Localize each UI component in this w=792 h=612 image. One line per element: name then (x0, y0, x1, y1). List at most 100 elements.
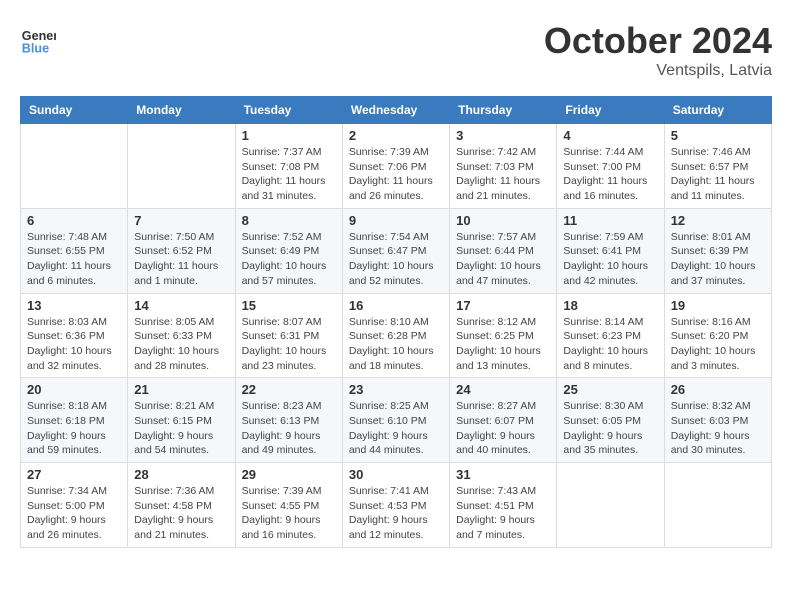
col-wednesday: Wednesday (342, 97, 449, 124)
day-info: Sunrise: 8:30 AM Sunset: 6:05 PM Dayligh… (563, 399, 657, 458)
table-row: 5 Sunrise: 7:46 AM Sunset: 6:57 PM Daylig… (664, 124, 771, 209)
day-number: 27 (27, 467, 121, 482)
day-info: Sunrise: 7:36 AM Sunset: 4:58 PM Dayligh… (134, 484, 228, 543)
page-header: General Blue October 2024 Ventspils, Lat… (20, 20, 772, 80)
table-row: 19 Sunrise: 8:16 AM Sunset: 6:20 PM Dayli… (664, 293, 771, 378)
day-info: Sunrise: 7:37 AM Sunset: 7:08 PM Dayligh… (242, 145, 336, 204)
day-info: Sunrise: 8:12 AM Sunset: 6:25 PM Dayligh… (456, 315, 550, 374)
day-info: Sunrise: 8:16 AM Sunset: 6:20 PM Dayligh… (671, 315, 765, 374)
day-info: Sunrise: 7:54 AM Sunset: 6:47 PM Dayligh… (349, 230, 443, 289)
col-tuesday: Tuesday (235, 97, 342, 124)
table-row: 13 Sunrise: 8:03 AM Sunset: 6:36 PM Dayli… (21, 293, 128, 378)
table-row: 31 Sunrise: 7:43 AM Sunset: 4:51 PM Dayli… (450, 463, 557, 548)
day-number: 6 (27, 213, 121, 228)
day-number: 30 (349, 467, 443, 482)
col-saturday: Saturday (664, 97, 771, 124)
calendar-week-row: 27 Sunrise: 7:34 AM Sunset: 5:00 PM Dayli… (21, 463, 772, 548)
calendar-header-row: Sunday Monday Tuesday Wednesday Thursday… (21, 97, 772, 124)
svg-text:Blue: Blue (22, 41, 49, 55)
day-info: Sunrise: 8:23 AM Sunset: 6:13 PM Dayligh… (242, 399, 336, 458)
day-number: 17 (456, 298, 550, 313)
table-row: 17 Sunrise: 8:12 AM Sunset: 6:25 PM Dayli… (450, 293, 557, 378)
day-number: 8 (242, 213, 336, 228)
table-row: 9 Sunrise: 7:54 AM Sunset: 6:47 PM Daylig… (342, 208, 449, 293)
day-info: Sunrise: 7:48 AM Sunset: 6:55 PM Dayligh… (27, 230, 121, 289)
table-row: 3 Sunrise: 7:42 AM Sunset: 7:03 PM Daylig… (450, 124, 557, 209)
day-number: 20 (27, 382, 121, 397)
table-row: 14 Sunrise: 8:05 AM Sunset: 6:33 PM Dayli… (128, 293, 235, 378)
table-row: 27 Sunrise: 7:34 AM Sunset: 5:00 PM Dayli… (21, 463, 128, 548)
day-number: 5 (671, 128, 765, 143)
table-row: 10Sunrise: 7:57 AM Sunset: 6:44 PM Dayli… (450, 208, 557, 293)
table-row: 24 Sunrise: 8:27 AM Sunset: 6:07 PM Dayli… (450, 378, 557, 463)
table-row (664, 463, 771, 548)
day-number: 13 (27, 298, 121, 313)
col-monday: Monday (128, 97, 235, 124)
month-title: October 2024 (544, 20, 772, 62)
day-number: 19 (671, 298, 765, 313)
table-row: 26 Sunrise: 8:32 AM Sunset: 6:03 PM Dayli… (664, 378, 771, 463)
table-row: 30 Sunrise: 7:41 AM Sunset: 4:53 PM Dayli… (342, 463, 449, 548)
day-info: Sunrise: 7:57 AM Sunset: 6:44 PM Dayligh… (456, 230, 550, 289)
day-number: 12 (671, 213, 765, 228)
day-info: Sunrise: 8:21 AM Sunset: 6:15 PM Dayligh… (134, 399, 228, 458)
table-row: 11 Sunrise: 7:59 AM Sunset: 6:41 PM Dayli… (557, 208, 664, 293)
day-number: 25 (563, 382, 657, 397)
day-info: Sunrise: 8:03 AM Sunset: 6:36 PM Dayligh… (27, 315, 121, 374)
day-info: Sunrise: 8:18 AM Sunset: 6:18 PM Dayligh… (27, 399, 121, 458)
day-info: Sunrise: 8:05 AM Sunset: 6:33 PM Dayligh… (134, 315, 228, 374)
table-row: 21 Sunrise: 8:21 AM Sunset: 6:15 PM Dayli… (128, 378, 235, 463)
day-number: 11 (563, 213, 657, 228)
logo: General Blue (20, 20, 56, 56)
day-number: 3 (456, 128, 550, 143)
day-info: Sunrise: 7:52 AM Sunset: 6:49 PM Dayligh… (242, 230, 336, 289)
day-number: 7 (134, 213, 228, 228)
table-row: 2Sunrise: 7:39 AM Sunset: 7:06 PM Daylig… (342, 124, 449, 209)
table-row: 18Sunrise: 8:14 AM Sunset: 6:23 PM Dayli… (557, 293, 664, 378)
table-row (21, 124, 128, 209)
day-number: 26 (671, 382, 765, 397)
day-info: Sunrise: 7:41 AM Sunset: 4:53 PM Dayligh… (349, 484, 443, 543)
table-row: 8 Sunrise: 7:52 AM Sunset: 6:49 PM Daylig… (235, 208, 342, 293)
table-row: 20 Sunrise: 8:18 AM Sunset: 6:18 PM Dayli… (21, 378, 128, 463)
day-info: Sunrise: 7:46 AM Sunset: 6:57 PM Dayligh… (671, 145, 765, 204)
day-info: Sunrise: 7:44 AM Sunset: 7:00 PM Dayligh… (563, 145, 657, 204)
day-info: Sunrise: 8:10 AM Sunset: 6:28 PM Dayligh… (349, 315, 443, 374)
day-number: 29 (242, 467, 336, 482)
day-number: 23 (349, 382, 443, 397)
table-row: 23Sunrise: 8:25 AM Sunset: 6:10 PM Dayli… (342, 378, 449, 463)
table-row: 16 Sunrise: 8:10 AM Sunset: 6:28 PM Dayli… (342, 293, 449, 378)
day-number: 16 (349, 298, 443, 313)
day-number: 28 (134, 467, 228, 482)
day-number: 31 (456, 467, 550, 482)
table-row: 22Sunrise: 8:23 AM Sunset: 6:13 PM Dayli… (235, 378, 342, 463)
day-number: 4 (563, 128, 657, 143)
day-info: Sunrise: 7:59 AM Sunset: 6:41 PM Dayligh… (563, 230, 657, 289)
day-info: Sunrise: 8:07 AM Sunset: 6:31 PM Dayligh… (242, 315, 336, 374)
table-row: 29 Sunrise: 7:39 AM Sunset: 4:55 PM Dayli… (235, 463, 342, 548)
day-info: Sunrise: 7:42 AM Sunset: 7:03 PM Dayligh… (456, 145, 550, 204)
table-row: 28 Sunrise: 7:36 AM Sunset: 4:58 PM Dayli… (128, 463, 235, 548)
day-info: Sunrise: 8:32 AM Sunset: 6:03 PM Dayligh… (671, 399, 765, 458)
table-row: 12 Sunrise: 8:01 AM Sunset: 6:39 PM Dayli… (664, 208, 771, 293)
calendar-week-row: 6 Sunrise: 7:48 AM Sunset: 6:55 PM Daylig… (21, 208, 772, 293)
day-number: 9 (349, 213, 443, 228)
day-info: Sunrise: 8:27 AM Sunset: 6:07 PM Dayligh… (456, 399, 550, 458)
day-info: Sunrise: 7:50 AM Sunset: 6:52 PM Dayligh… (134, 230, 228, 289)
day-info: Sunrise: 7:34 AM Sunset: 5:00 PM Dayligh… (27, 484, 121, 543)
day-info: Sunrise: 7:39 AM Sunset: 4:55 PM Dayligh… (242, 484, 336, 543)
day-info: Sunrise: 7:43 AM Sunset: 4:51 PM Dayligh… (456, 484, 550, 543)
day-info: Sunrise: 8:14 AM Sunset: 6:23 PM Dayligh… (563, 315, 657, 374)
col-friday: Friday (557, 97, 664, 124)
day-number: 24 (456, 382, 550, 397)
day-number: 14 (134, 298, 228, 313)
table-row: 15 Sunrise: 8:07 AM Sunset: 6:31 PM Dayli… (235, 293, 342, 378)
table-row: 6 Sunrise: 7:48 AM Sunset: 6:55 PM Daylig… (21, 208, 128, 293)
calendar-week-row: 13 Sunrise: 8:03 AM Sunset: 6:36 PM Dayli… (21, 293, 772, 378)
table-row: 7 Sunrise: 7:50 AM Sunset: 6:52 PM Daylig… (128, 208, 235, 293)
day-number: 15 (242, 298, 336, 313)
day-info: Sunrise: 8:01 AM Sunset: 6:39 PM Dayligh… (671, 230, 765, 289)
location: Ventspils, Latvia (544, 62, 772, 80)
day-number: 21 (134, 382, 228, 397)
table-row: 1Sunrise: 7:37 AM Sunset: 7:08 PM Daylig… (235, 124, 342, 209)
